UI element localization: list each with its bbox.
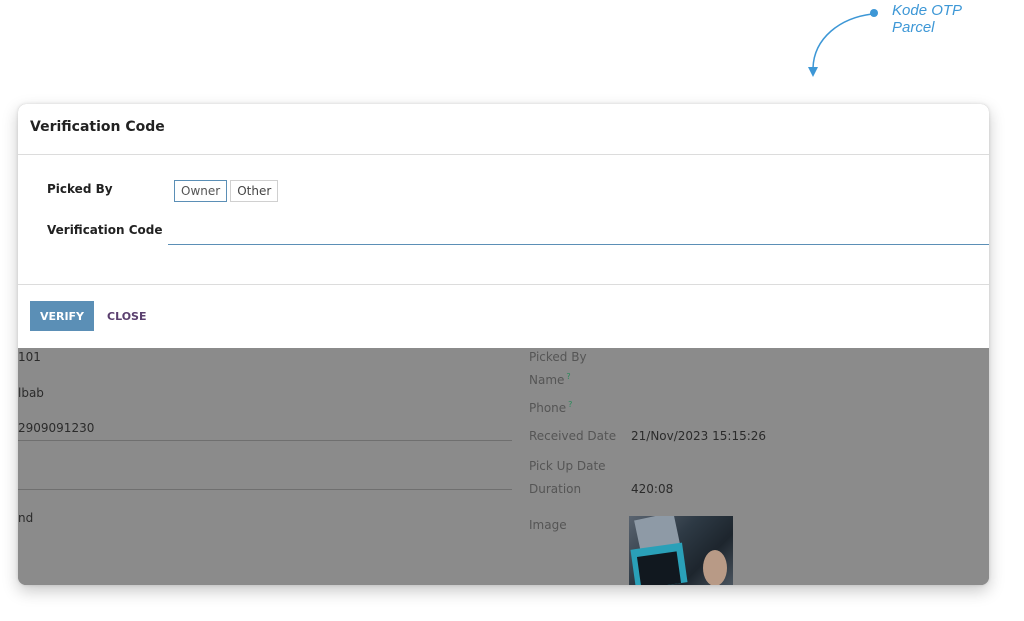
- parcel-photo-illustration: [630, 516, 727, 585]
- bg-received-date-value: 21/Nov/2023 15:15:26: [631, 429, 767, 443]
- bg-value-3: 2909091230: [18, 421, 95, 435]
- bg-value-2: lbab: [18, 386, 44, 400]
- annotation-line-1: Kode OTP: [892, 2, 963, 19]
- bg-pickup-date-label: Pick Up Date: [529, 459, 606, 473]
- bg-phone-label: Phone?: [529, 400, 573, 415]
- bg-duration-label: Duration: [529, 482, 582, 496]
- background-parcel-form: 101 lbab 2909091230 nd Picked By Name? P…: [18, 348, 989, 585]
- picked-by-label: Picked By: [47, 182, 113, 196]
- picked-by-other-option[interactable]: Other: [230, 180, 279, 202]
- header-divider: [18, 154, 989, 155]
- bg-value-4: nd: [18, 511, 34, 525]
- bg-field-underline: [18, 489, 512, 490]
- bg-duration-value: 420:08: [631, 482, 674, 496]
- help-icon: ?: [568, 400, 573, 409]
- bg-received-date-label: Received Date: [529, 429, 617, 443]
- help-icon: ?: [566, 372, 571, 381]
- modal-title: Verification Code: [30, 119, 165, 135]
- annotation-text: Kode OTP Parcel: [892, 2, 962, 36]
- picked-by-owner-option[interactable]: Owner: [174, 180, 228, 202]
- curved-arrow-icon: [808, 9, 878, 77]
- verification-code-label: Verification Code: [47, 223, 163, 237]
- verification-modal: Verification Code Picked By Owner Other …: [18, 104, 989, 348]
- footer-divider: [18, 284, 989, 285]
- annotation-line-2: Parcel: [892, 19, 935, 36]
- bg-picked-by-label: Picked By: [529, 350, 587, 364]
- picked-by-toggle: Owner Other: [174, 180, 279, 202]
- bg-image-label: Image: [529, 518, 567, 532]
- bg-name-label: Name?: [529, 372, 571, 387]
- parcel-photo: [629, 516, 733, 585]
- bg-value-1: 101: [18, 350, 41, 364]
- verification-code-input[interactable]: [168, 222, 989, 245]
- verify-button[interactable]: VERIFY: [30, 301, 94, 331]
- close-button[interactable]: CLOSE: [107, 301, 146, 331]
- screenshot-card: 101 lbab 2909091230 nd Picked By Name? P…: [18, 104, 989, 585]
- bg-field-underline: [18, 440, 512, 441]
